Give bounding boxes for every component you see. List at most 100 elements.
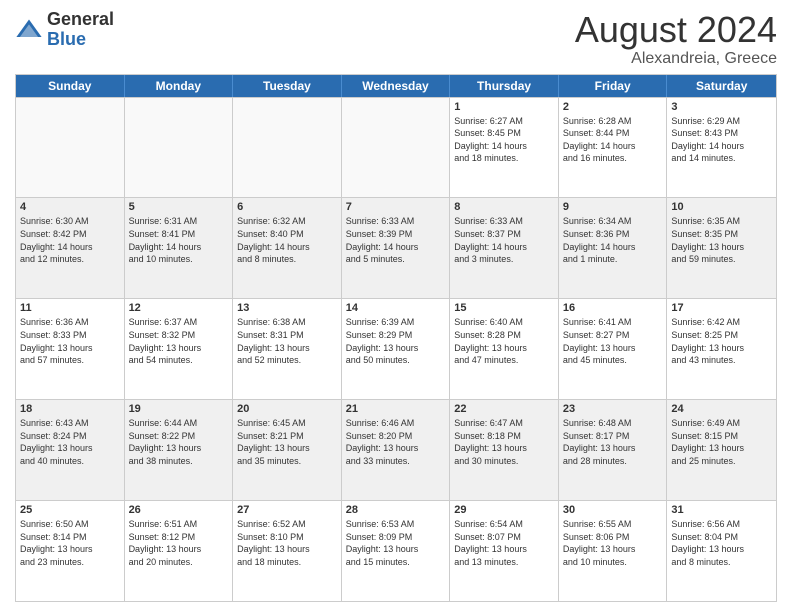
cell-info: Sunrise: 6:53 AMSunset: 8:09 PMDaylight:… xyxy=(346,518,446,568)
cell-info: Sunrise: 6:49 AMSunset: 8:15 PMDaylight:… xyxy=(671,417,772,467)
calendar-row-3: 18Sunrise: 6:43 AMSunset: 8:24 PMDayligh… xyxy=(16,399,776,500)
cell-info: Sunrise: 6:30 AMSunset: 8:42 PMDaylight:… xyxy=(20,215,120,265)
day-number: 21 xyxy=(346,403,446,415)
day-number: 29 xyxy=(454,504,554,516)
title-block: August 2024 Alexandreia, Greece xyxy=(575,10,777,68)
cell-info: Sunrise: 6:34 AMSunset: 8:36 PMDaylight:… xyxy=(563,215,663,265)
cell-info: Sunrise: 6:32 AMSunset: 8:40 PMDaylight:… xyxy=(237,215,337,265)
calendar-body: 1 Sunrise: 6:27 AMSunset: 8:45 PMDaylight… xyxy=(16,97,776,601)
cell-info: Sunrise: 6:46 AMSunset: 8:20 PMDaylight:… xyxy=(346,417,446,467)
day-number: 24 xyxy=(671,403,772,415)
logo: General Blue xyxy=(15,10,114,50)
day-cell-18: 18Sunrise: 6:43 AMSunset: 8:24 PMDayligh… xyxy=(16,400,125,500)
day-cell-2: 2 Sunrise: 6:28 AMSunset: 8:44 PMDaylight… xyxy=(559,98,668,198)
cell-info: Sunrise: 6:36 AMSunset: 8:33 PMDaylight:… xyxy=(20,316,120,366)
day-cell-23: 23Sunrise: 6:48 AMSunset: 8:17 PMDayligh… xyxy=(559,400,668,500)
day-cell-21: 21 Sunrise: 6:46 AMSunset: 8:20 PMDayligh… xyxy=(342,400,451,500)
cell-info: Sunrise: 6:27 AMSunset: 8:45 PMDaylight:… xyxy=(454,115,554,165)
day-cell-5: 5 Sunrise: 6:31 AMSunset: 8:41 PMDaylight… xyxy=(125,198,234,298)
day-number: 6 xyxy=(237,201,337,213)
cell-info: Sunrise: 6:45 AMSunset: 8:21 PMDaylight:… xyxy=(237,417,337,467)
day-cell-19: 19 Sunrise: 6:44 AMSunset: 8:22 PMDayligh… xyxy=(125,400,234,500)
day-number: 12 xyxy=(129,302,229,314)
header: General Blue August 2024 Alexandreia, Gr… xyxy=(15,10,777,68)
cell-info: Sunrise: 6:55 AMSunset: 8:06 PMDaylight:… xyxy=(563,518,663,568)
title-location: Alexandreia, Greece xyxy=(575,50,777,68)
calendar-row-1: 4 Sunrise: 6:30 AMSunset: 8:42 PMDaylight… xyxy=(16,197,776,298)
cell-info: Sunrise: 6:39 AMSunset: 8:29 PMDaylight:… xyxy=(346,316,446,366)
day-number: 22 xyxy=(454,403,554,415)
day-cell-14: 14 Sunrise: 6:39 AMSunset: 8:29 PMDayligh… xyxy=(342,299,451,399)
cell-info: Sunrise: 6:37 AMSunset: 8:32 PMDaylight:… xyxy=(129,316,229,366)
day-cell-25: 25Sunrise: 6:50 AMSunset: 8:14 PMDayligh… xyxy=(16,501,125,601)
day-cell-28: 28 Sunrise: 6:53 AMSunset: 8:09 PMDayligh… xyxy=(342,501,451,601)
day-cell-4: 4 Sunrise: 6:30 AMSunset: 8:42 PMDaylight… xyxy=(16,198,125,298)
cell-info: Sunrise: 6:44 AMSunset: 8:22 PMDaylight:… xyxy=(129,417,229,467)
page: General Blue August 2024 Alexandreia, Gr… xyxy=(0,0,792,612)
header-day-saturday: Saturday xyxy=(667,75,776,97)
day-number: 26 xyxy=(129,504,229,516)
day-number: 13 xyxy=(237,302,337,314)
day-cell-31: 31Sunrise: 6:56 AMSunset: 8:04 PMDayligh… xyxy=(667,501,776,601)
cell-info: Sunrise: 6:56 AMSunset: 8:04 PMDaylight:… xyxy=(671,518,772,568)
day-number: 15 xyxy=(454,302,554,314)
day-number: 2 xyxy=(563,101,663,113)
day-number: 3 xyxy=(671,101,772,113)
day-number: 1 xyxy=(454,101,554,113)
day-cell-8: 8 Sunrise: 6:33 AMSunset: 8:37 PMDaylight… xyxy=(450,198,559,298)
day-number: 20 xyxy=(237,403,337,415)
calendar: SundayMondayTuesdayWednesdayThursdayFrid… xyxy=(15,74,777,602)
day-cell-9: 9 Sunrise: 6:34 AMSunset: 8:36 PMDaylight… xyxy=(559,198,668,298)
logo-blue: Blue xyxy=(47,30,114,50)
cell-info: Sunrise: 6:29 AMSunset: 8:43 PMDaylight:… xyxy=(671,115,772,165)
day-number: 19 xyxy=(129,403,229,415)
empty-cell xyxy=(125,98,234,198)
calendar-row-0: 1 Sunrise: 6:27 AMSunset: 8:45 PMDaylight… xyxy=(16,97,776,198)
day-cell-17: 17Sunrise: 6:42 AMSunset: 8:25 PMDayligh… xyxy=(667,299,776,399)
empty-cell xyxy=(233,98,342,198)
day-number: 14 xyxy=(346,302,446,314)
header-day-friday: Friday xyxy=(559,75,668,97)
day-number: 5 xyxy=(129,201,229,213)
header-day-sunday: Sunday xyxy=(16,75,125,97)
day-number: 9 xyxy=(563,201,663,213)
day-number: 30 xyxy=(563,504,663,516)
calendar-row-4: 25Sunrise: 6:50 AMSunset: 8:14 PMDayligh… xyxy=(16,500,776,601)
cell-info: Sunrise: 6:40 AMSunset: 8:28 PMDaylight:… xyxy=(454,316,554,366)
day-cell-30: 30 Sunrise: 6:55 AMSunset: 8:06 PMDayligh… xyxy=(559,501,668,601)
day-cell-20: 20 Sunrise: 6:45 AMSunset: 8:21 PMDayligh… xyxy=(233,400,342,500)
day-number: 10 xyxy=(671,201,772,213)
header-day-wednesday: Wednesday xyxy=(342,75,451,97)
day-cell-10: 10Sunrise: 6:35 AMSunset: 8:35 PMDayligh… xyxy=(667,198,776,298)
day-number: 4 xyxy=(20,201,120,213)
header-day-thursday: Thursday xyxy=(450,75,559,97)
day-cell-16: 16Sunrise: 6:41 AMSunset: 8:27 PMDayligh… xyxy=(559,299,668,399)
calendar-header: SundayMondayTuesdayWednesdayThursdayFrid… xyxy=(16,75,776,97)
day-number: 8 xyxy=(454,201,554,213)
day-cell-15: 15 Sunrise: 6:40 AMSunset: 8:28 PMDayligh… xyxy=(450,299,559,399)
day-cell-12: 12 Sunrise: 6:37 AMSunset: 8:32 PMDayligh… xyxy=(125,299,234,399)
cell-info: Sunrise: 6:38 AMSunset: 8:31 PMDaylight:… xyxy=(237,316,337,366)
logo-icon xyxy=(15,16,43,44)
cell-info: Sunrise: 6:50 AMSunset: 8:14 PMDaylight:… xyxy=(20,518,120,568)
cell-info: Sunrise: 6:31 AMSunset: 8:41 PMDaylight:… xyxy=(129,215,229,265)
logo-text: General Blue xyxy=(47,10,114,50)
empty-cell xyxy=(342,98,451,198)
day-cell-27: 27Sunrise: 6:52 AMSunset: 8:10 PMDayligh… xyxy=(233,501,342,601)
day-number: 11 xyxy=(20,302,120,314)
title-month: August 2024 xyxy=(575,10,777,50)
day-cell-29: 29Sunrise: 6:54 AMSunset: 8:07 PMDayligh… xyxy=(450,501,559,601)
header-day-tuesday: Tuesday xyxy=(233,75,342,97)
day-cell-1: 1 Sunrise: 6:27 AMSunset: 8:45 PMDaylight… xyxy=(450,98,559,198)
day-number: 16 xyxy=(563,302,663,314)
cell-info: Sunrise: 6:28 AMSunset: 8:44 PMDaylight:… xyxy=(563,115,663,165)
cell-info: Sunrise: 6:52 AMSunset: 8:10 PMDaylight:… xyxy=(237,518,337,568)
cell-info: Sunrise: 6:33 AMSunset: 8:39 PMDaylight:… xyxy=(346,215,446,265)
day-cell-22: 22 Sunrise: 6:47 AMSunset: 8:18 PMDayligh… xyxy=(450,400,559,500)
day-number: 28 xyxy=(346,504,446,516)
cell-info: Sunrise: 6:33 AMSunset: 8:37 PMDaylight:… xyxy=(454,215,554,265)
cell-info: Sunrise: 6:47 AMSunset: 8:18 PMDaylight:… xyxy=(454,417,554,467)
day-cell-13: 13 Sunrise: 6:38 AMSunset: 8:31 PMDayligh… xyxy=(233,299,342,399)
day-number: 17 xyxy=(671,302,772,314)
logo-general: General xyxy=(47,10,114,30)
